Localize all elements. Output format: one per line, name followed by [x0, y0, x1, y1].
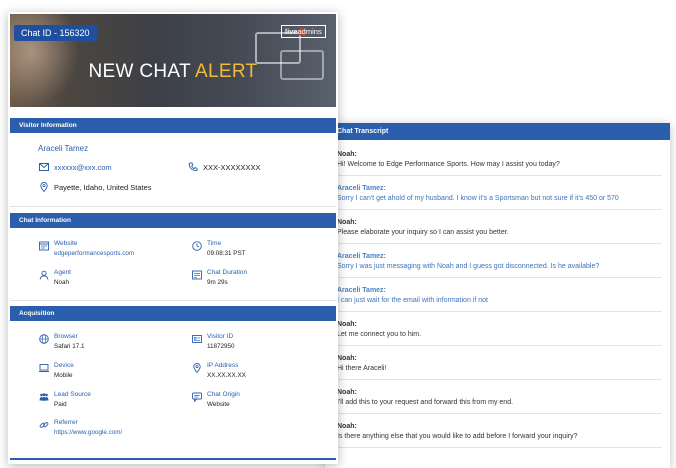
message-sender: Noah:: [337, 355, 357, 362]
transcript-message: Araceli Tamez: Sorry I can't get ahold o…: [337, 184, 662, 204]
transcript-message: Araceli Tamez: I can just wait for the e…: [337, 286, 662, 306]
phone-icon: [188, 162, 198, 172]
alert-title: NEW CHAT ALERT: [10, 61, 336, 83]
section-divider: [10, 300, 336, 301]
visitor-location-row: Payette, Idaho, United States: [39, 182, 239, 194]
hero-banner: Chat ID - 156320 liveadmins NEW CHAT ALE…: [10, 14, 336, 107]
referrer-value[interactable]: https://www.google.com/: [54, 429, 122, 436]
clock-icon: [192, 241, 202, 251]
visitor-info-header: Visitor Information: [10, 118, 336, 133]
message-sender: Noah:: [337, 321, 357, 328]
message-divider: [337, 243, 662, 244]
duration-icon: [192, 270, 202, 280]
message-divider: [337, 311, 662, 312]
location-pin-icon: [39, 182, 49, 192]
visitor-location: Payette, Idaho, United States: [54, 183, 152, 192]
message-sender: Noah:: [337, 219, 357, 226]
agent-label: Agent: [54, 269, 71, 276]
link-icon: [39, 420, 49, 430]
globe-icon: [39, 334, 49, 344]
liveadmins-logo: liveadmins: [281, 25, 326, 38]
message-sender: Araceli Tamez:: [337, 185, 386, 192]
visitor-id-label: Visitor ID: [207, 333, 234, 340]
transcript-message: Noah: Please elaborate your inquiry so I…: [337, 218, 662, 238]
visitor-email-row: xxxxxx@xxx.com: [39, 162, 179, 174]
chat-duration-value: 9m 29s: [207, 279, 228, 286]
group-icon: [39, 392, 49, 402]
lead-source-value: Paid: [54, 401, 67, 408]
message-sender: Noah:: [337, 151, 357, 158]
section-divider: [10, 206, 336, 207]
referrer-label: Referrer: [54, 419, 78, 426]
message-divider: [337, 209, 662, 210]
visitor-phone-row: XXX-XXXXXXXX: [188, 162, 328, 174]
message-text: Sorry I can't get ahold of my husband. I…: [337, 195, 619, 202]
website-icon: [39, 241, 49, 251]
transcript-message: Noah: Let me connect you to him.: [337, 320, 662, 340]
message-divider: [337, 345, 662, 346]
id-card-icon: [192, 334, 202, 344]
message-divider: [337, 447, 662, 448]
message-text: Sorry I was just messaging with Noah and…: [337, 263, 600, 270]
message-sender: Araceli Tamez:: [337, 287, 386, 294]
transcript-message: Noah: Hi! Welcome to Edge Performance Sp…: [337, 150, 662, 170]
visitor-email[interactable]: xxxxxx@xxx.com: [54, 163, 112, 173]
message-text: Let me connect you to him.: [337, 331, 422, 338]
ip-pin-icon: [192, 363, 202, 373]
chat-id-badge: Chat ID - 156320: [14, 25, 97, 41]
visitor-name: Araceli Tamez: [38, 144, 89, 153]
message-sender: Noah:: [337, 423, 357, 430]
transcript-message: Noah: I'll add this to your request and …: [337, 388, 662, 408]
envelope-icon: [39, 162, 49, 172]
chat-transcript-panel: Chat Transcript Noah: Hi! Welcome to Edg…: [325, 123, 670, 468]
device-icon: [39, 363, 49, 373]
time-value: 09:08:31 PST: [207, 250, 246, 257]
message-divider: [337, 277, 662, 278]
visitor-id-value: 11872950: [207, 343, 235, 350]
footer-rule: [10, 458, 336, 460]
chat-origin-value: Website: [207, 401, 230, 408]
agent-icon: [39, 270, 49, 280]
message-text: Hi! Welcome to Edge Performance Sports. …: [337, 161, 560, 168]
message-sender: Noah:: [337, 389, 357, 396]
lead-source-label: Lead Source: [54, 391, 91, 398]
alert-title-accent: ALERT: [195, 61, 258, 82]
message-text: I can just wait for the email with infor…: [337, 297, 488, 304]
agent-value: Noah: [54, 279, 70, 286]
transcript-message: Noah: Hi there Araceli!: [337, 354, 662, 374]
chat-alert-card: Chat ID - 156320 liveadmins NEW CHAT ALE…: [8, 12, 338, 464]
visitor-phone: XXX-XXXXXXXX: [203, 163, 261, 172]
ip-address-value: XX.XX.XX.XX: [207, 372, 246, 379]
logo-live-text: live: [285, 27, 298, 36]
time-label: Time: [207, 240, 222, 247]
transcript-message: Noah: Is there anything else that you wo…: [337, 422, 662, 442]
message-sender: Araceli Tamez:: [337, 253, 386, 260]
chat-duration-label: Chat Duration: [207, 269, 248, 276]
chat-info-header: Chat Information: [10, 213, 336, 228]
device-label: Device: [54, 362, 74, 369]
browser-label: Browser: [54, 333, 78, 340]
message-text: Hi there Araceli!: [337, 365, 387, 372]
message-text: Please elaborate your inquiry so I can a…: [337, 229, 509, 236]
browser-value: Safari 17.1: [54, 343, 85, 350]
logo-admins-text: admins: [297, 27, 322, 36]
website-label: Website: [54, 240, 78, 247]
message-text: I'll add this to your request and forwar…: [337, 399, 514, 406]
ip-address-label: IP Address: [207, 362, 239, 369]
transcript-header: Chat Transcript: [325, 123, 670, 140]
website-value[interactable]: edgeperformancesports.com: [54, 250, 134, 257]
message-divider: [337, 379, 662, 380]
alert-title-main: NEW CHAT: [88, 61, 196, 82]
chat-origin-label: Chat Origin: [207, 391, 240, 398]
acquisition-header: Acquisition: [10, 306, 336, 321]
message-divider: [337, 413, 662, 414]
message-divider: [337, 175, 662, 176]
device-value: Mobile: [54, 372, 73, 379]
transcript-message: Araceli Tamez: Sorry I was just messagin…: [337, 252, 662, 272]
message-text: Is there anything else that you would li…: [337, 433, 578, 440]
chat-bubble-icon: [192, 392, 202, 402]
